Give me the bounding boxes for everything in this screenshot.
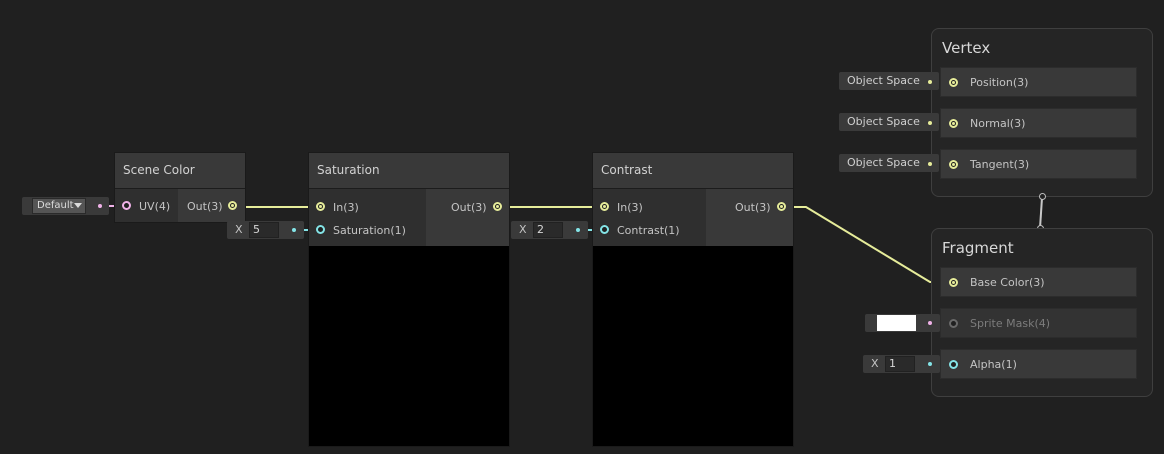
context-title: Fragment [942, 239, 1014, 257]
vector3-mini-dot [928, 80, 932, 84]
vector3-mini-dot [928, 121, 932, 125]
uv-mode-value: Default [37, 200, 74, 211]
out-port[interactable] [777, 202, 786, 211]
uv-default-field: Default [22, 197, 109, 215]
input-ports: In(3) Saturation(1) [309, 189, 426, 246]
color-swatch[interactable] [877, 315, 916, 331]
contrast-port-label: Contrast(1) [617, 224, 680, 237]
node-title: Scene Color [123, 163, 195, 177]
wire-contrast-to-basecolor [786, 206, 955, 283]
output-ports: Out(3) [426, 189, 509, 246]
saturation-value-field: X 5 [227, 221, 304, 239]
space-value: Object Space [847, 74, 920, 87]
position-port[interactable] [949, 78, 958, 87]
uv-input-label: UV(4) [139, 200, 171, 213]
alpha-value-field: X 1 [863, 355, 940, 373]
in-port-label: In(3) [617, 201, 643, 214]
sprite-mask-color-field [865, 314, 940, 332]
saturation-node[interactable]: Saturation In(3) Saturation(1) Out(3) [309, 153, 509, 446]
block-position[interactable]: Position(3) [940, 67, 1137, 97]
contrast-node[interactable]: Contrast In(3) Contrast(1) Out(3) [593, 153, 793, 446]
scene-color-node[interactable]: Scene Color UV(4) Out(3) [115, 153, 245, 222]
saturation-port-label: Saturation(1) [333, 224, 406, 237]
float-mini-dot [576, 228, 580, 232]
in-port[interactable] [316, 202, 325, 211]
out-port-label: Out(3) [187, 200, 223, 213]
block-label: Base Color(3) [970, 276, 1045, 289]
float-mini-dot [928, 362, 932, 366]
uv-mini-dot [98, 204, 102, 208]
block-label: Tangent(3) [970, 158, 1030, 171]
node-title-bar[interactable]: Saturation [309, 153, 509, 189]
alpha-value-input[interactable]: 1 [885, 356, 915, 372]
normal-space-field[interactable]: Object Space [839, 113, 939, 131]
base-color-port[interactable] [949, 278, 958, 287]
out-port-label: Out(3) [451, 201, 487, 214]
contrast-value-input[interactable]: 2 [533, 222, 563, 238]
block-label: Sprite Mask(4) [970, 317, 1051, 330]
x-label: X [871, 357, 879, 370]
saturation-port[interactable] [316, 225, 325, 234]
contrast-value-field: X 2 [511, 221, 588, 239]
node-title-bar[interactable]: Contrast [593, 153, 793, 189]
node-title: Contrast [601, 163, 653, 177]
block-tangent[interactable]: Tangent(3) [940, 149, 1137, 179]
saturation-value-input[interactable]: 5 [249, 222, 279, 238]
vector3-mini-dot [928, 162, 932, 166]
block-sprite-mask[interactable]: Sprite Mask(4) [940, 308, 1137, 338]
chevron-down-icon [74, 203, 82, 208]
out-port-label: Out(3) [735, 201, 771, 214]
x-label: X [235, 223, 243, 236]
context-title: Vertex [942, 39, 991, 57]
space-value: Object Space [847, 115, 920, 128]
position-space-field[interactable]: Object Space [839, 72, 939, 90]
block-alpha[interactable]: Alpha(1) [940, 349, 1137, 379]
vertex-flow-port [1039, 193, 1046, 200]
contrast-port[interactable] [600, 225, 609, 234]
block-normal[interactable]: Normal(3) [940, 108, 1137, 138]
out-port[interactable] [228, 201, 237, 210]
block-label: Position(3) [970, 76, 1029, 89]
x-label: X [519, 223, 527, 236]
context-link [1039, 197, 1043, 229]
in-port-label: In(3) [333, 201, 359, 214]
sprite-mask-port[interactable] [949, 319, 958, 328]
node-preview [309, 246, 509, 446]
uv-input-port[interactable] [122, 201, 131, 210]
block-base-color[interactable]: Base Color(3) [940, 267, 1137, 297]
tangent-space-field[interactable]: Object Space [839, 154, 939, 172]
block-label: Normal(3) [970, 117, 1026, 130]
space-value: Object Space [847, 156, 920, 169]
normal-port[interactable] [949, 119, 958, 128]
input-ports: UV(4) [115, 189, 178, 222]
input-ports: In(3) Contrast(1) [593, 189, 706, 246]
float-mini-dot [292, 228, 296, 232]
vector4-mini-dot [928, 321, 932, 325]
alpha-port[interactable] [949, 360, 958, 369]
in-port[interactable] [600, 202, 609, 211]
out-port[interactable] [493, 202, 502, 211]
node-title-bar[interactable]: Scene Color [115, 153, 245, 189]
node-title: Saturation [317, 163, 380, 177]
tangent-port[interactable] [949, 160, 958, 169]
output-ports: Out(3) [178, 189, 245, 222]
uv-mode-dropdown[interactable]: Default [32, 198, 86, 214]
output-ports: Out(3) [706, 189, 793, 246]
node-preview [593, 246, 793, 446]
block-label: Alpha(1) [970, 358, 1017, 371]
